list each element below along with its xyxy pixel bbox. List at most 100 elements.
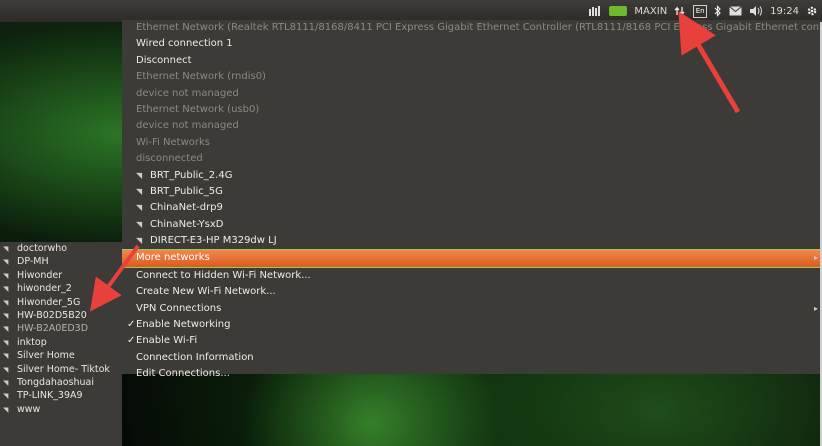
- top-panel: MAXIN En 19:24: [0, 0, 822, 22]
- wifi-network-item[interactable]: ◥ HW-B2A0ED3D: [0, 322, 122, 335]
- network-menu-item: device not managed: [122, 118, 822, 134]
- network-menu-item: Ethernet Network (Realtek RTL8111/8168/8…: [122, 20, 822, 36]
- indicator-icon[interactable]: [588, 5, 602, 17]
- system-tray: MAXIN En 19:24: [588, 0, 818, 22]
- submenu-arrow-icon: ▸: [813, 253, 818, 263]
- menu-item-label: Create New Wi-Fi Network...: [136, 286, 276, 298]
- network-name: HW-B02D5B20: [17, 309, 87, 321]
- network-menu-item[interactable]: ◥ ChinaNet-YsxD: [122, 217, 822, 233]
- wifi-signal-icon: ◥: [3, 325, 9, 334]
- wifi-network-item[interactable]: ◥ DP-MH: [0, 255, 122, 268]
- menu-item-label: More networks: [136, 252, 210, 264]
- wifi-network-item[interactable]: ◥ www: [0, 403, 122, 416]
- clock[interactable]: 19:24: [770, 6, 799, 17]
- wifi-signal-icon: ◥: [3, 365, 9, 374]
- menu-item-label: Ethernet Network (Realtek RTL8111/8168/8…: [136, 22, 822, 33]
- menu-item-label: Ethernet Network (rndis0): [136, 71, 266, 83]
- wifi-signal-icon: ◥: [3, 311, 9, 320]
- network-menu-item[interactable]: More networks ▸: [122, 249, 822, 268]
- menu-item-label: device not managed: [136, 120, 239, 132]
- network-menu-item[interactable]: VPN Connections ▸: [122, 301, 822, 317]
- menu-item-label: Ethernet Network (usb0): [136, 103, 260, 115]
- wifi-signal-icon: ◥: [3, 352, 9, 361]
- menu-item-label: Connect to Hidden Wi-Fi Network...: [136, 269, 311, 281]
- wifi-signal-icon: ◥: [3, 258, 9, 267]
- menu-item-label: Edit Connections...: [136, 368, 230, 380]
- network-name: inktop: [17, 336, 47, 348]
- more-networks-submenu: ◥ doctorwho ◥ DP-MH ◥ Hiwonder ◥ hiwonder_2 ◥ Hiw…: [0, 242, 122, 446]
- wifi-network-item[interactable]: ◥ HW-B02D5B20: [0, 309, 122, 322]
- menu-item-label: ChinaNet-drp9: [150, 202, 223, 214]
- wifi-signal-icon: ◥: [3, 378, 9, 387]
- submenu-arrow-icon: ▸: [813, 303, 818, 313]
- menu-item-label: Enable Networking: [136, 319, 231, 331]
- wifi-network-item[interactable]: ◥ hiwonder_2: [0, 282, 122, 295]
- nvidia-icon[interactable]: [609, 6, 628, 16]
- wifi-network-item[interactable]: ◥ Tongdahaoshuai: [0, 376, 122, 389]
- wifi-signal-icon: ◥: [3, 338, 9, 347]
- gear-icon[interactable]: [806, 5, 818, 17]
- network-name: HW-B2A0ED3D: [17, 323, 89, 335]
- network-name: DP-MH: [17, 256, 49, 268]
- network-menu-item[interactable]: Connect to Hidden Wi-Fi Network...: [122, 268, 822, 284]
- network-name: Silver Home: [17, 350, 75, 362]
- wifi-signal-icon: ◥: [136, 186, 143, 196]
- network-name: Silver Home- Tiktok: [17, 363, 110, 375]
- wifi-network-item[interactable]: ◥ Hiwonder: [0, 269, 122, 282]
- mail-icon[interactable]: [729, 6, 742, 16]
- bluetooth-icon[interactable]: [714, 5, 722, 17]
- user-name[interactable]: MAXIN: [634, 6, 667, 17]
- network-name: doctorwho: [17, 243, 68, 254]
- network-name: Hiwonder: [17, 269, 63, 281]
- network-menu-item: disconnected: [122, 151, 822, 167]
- menu-item-label: BRT_Public_2.4G: [150, 169, 233, 181]
- wifi-network-item[interactable]: ◥ Silver Home: [0, 349, 122, 362]
- network-menu-item[interactable]: ◥ ChinaNet-drp9: [122, 200, 822, 216]
- wifi-network-item[interactable]: ◥ Silver Home- Tiktok: [0, 363, 122, 376]
- menu-item-label: DIRECT-E3-HP M329dw LJ: [150, 235, 277, 247]
- menu-item-label: Enable Wi-Fi: [136, 335, 198, 347]
- network-menu-item[interactable]: Edit Connections...: [122, 366, 822, 382]
- network-name: hiwonder_2: [17, 283, 72, 295]
- wifi-signal-icon: ◥: [3, 271, 9, 280]
- menu-item-label: device not managed: [136, 87, 239, 99]
- wifi-network-item[interactable]: ◥ inktop: [0, 336, 122, 349]
- checkmark-icon: ✓: [127, 319, 136, 331]
- network-menu-item: Ethernet Network (usb0): [122, 102, 822, 118]
- menu-item-label: VPN Connections: [136, 302, 222, 314]
- network-menu-item[interactable]: ◥ BRT_Public_5G: [122, 184, 822, 200]
- wifi-signal-icon: ◥: [136, 203, 143, 213]
- wifi-signal-icon: ◥: [3, 392, 9, 401]
- network-menu-item: Ethernet Network (rndis0): [122, 69, 822, 85]
- network-menu-item[interactable]: ✓ Enable Networking: [122, 317, 822, 333]
- keyboard-layout-icon[interactable]: En: [693, 4, 708, 18]
- wifi-network-item[interactable]: ◥ TP-LINK_39A9: [0, 389, 122, 402]
- menu-item-label: Wi-Fi Networks: [136, 136, 210, 148]
- wifi-network-item[interactable]: ◥ Hiwonder_5G: [0, 296, 122, 309]
- wifi-signal-icon: ◥: [136, 219, 143, 229]
- menu-item-label: Connection Information: [136, 351, 254, 363]
- network-menu-item[interactable]: Connection Information: [122, 350, 822, 366]
- network-menu-item[interactable]: ◥ BRT_Public_2.4G: [122, 168, 822, 184]
- menu-item-label: Disconnect: [136, 54, 192, 66]
- network-menu-item: device not managed: [122, 86, 822, 102]
- network-menu-item[interactable]: ◥ DIRECT-E3-HP M329dw LJ: [122, 233, 822, 249]
- checkmark-icon: ✓: [127, 335, 136, 347]
- wifi-signal-icon: ◥: [3, 298, 9, 307]
- menu-item-label: BRT_Public_5G: [150, 185, 223, 197]
- network-name: Hiwonder_5G: [17, 296, 81, 308]
- network-name: www: [17, 403, 41, 415]
- wifi-signal-icon: ◥: [3, 245, 9, 253]
- wifi-network-item[interactable]: ◥ doctorwho: [0, 242, 122, 255]
- network-menu-item[interactable]: Disconnect: [122, 53, 822, 69]
- network-menu-item[interactable]: Create New Wi-Fi Network...: [122, 284, 822, 300]
- network-menu-item[interactable]: ✓ Enable Wi-Fi: [122, 333, 822, 349]
- network-name: Tongdahaoshuai: [17, 376, 95, 388]
- menu-item-label: disconnected: [136, 153, 203, 165]
- wifi-signal-icon: ◥: [3, 285, 9, 294]
- network-menu-item: Wi-Fi Networks: [122, 135, 822, 151]
- wifi-signal-icon: ◥: [136, 170, 143, 180]
- volume-icon[interactable]: [749, 5, 763, 17]
- network-menu-item[interactable]: Wired connection 1: [122, 36, 822, 52]
- network-icon[interactable]: [674, 5, 686, 17]
